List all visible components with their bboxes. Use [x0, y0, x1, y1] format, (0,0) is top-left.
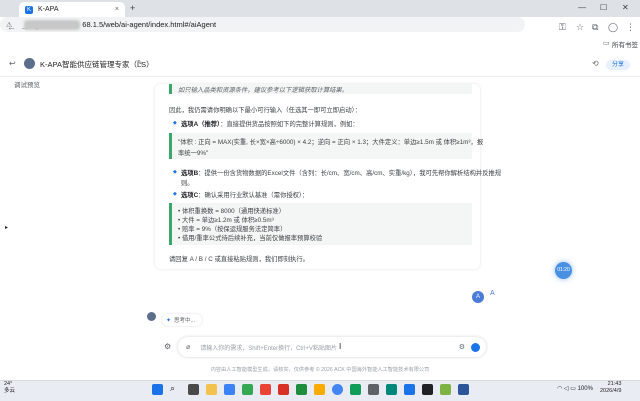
- option-c-quote: • 体积重换数 = 8000（通用快递标准） • 大件 = 单边≥1.2m 或 …: [169, 203, 472, 245]
- app-icon-1[interactable]: [224, 384, 235, 395]
- closing-text: 请回复 A / B / C 或直接粘贴规则，我们即刻执行。: [169, 256, 309, 263]
- back-arrow-icon[interactable]: ↩: [9, 59, 16, 68]
- option-b-title: 选项B: [181, 170, 199, 177]
- app-icon-12[interactable]: [440, 384, 451, 395]
- clock-time: 21:43: [607, 381, 622, 387]
- bullet-icon: ◆: [173, 169, 177, 175]
- option-c-title: 选项C: [181, 192, 199, 199]
- top-quote-text: 如只输入品类和资源条件，建议参考以下逻辑获取计算结果。: [178, 87, 349, 94]
- edit-icon[interactable]: ✎: [137, 59, 143, 67]
- option-a-quote-line-1: "体积 : 正向 = MAX(实重, 长×宽×高÷6000) × 4.2；逆向 …: [178, 139, 484, 146]
- thinking-indicator: ✦ 思考中...: [162, 314, 202, 326]
- send-icon[interactable]: [471, 342, 480, 352]
- attach-icon[interactable]: ⌀: [186, 343, 190, 351]
- task-view-icon[interactable]: [188, 384, 199, 395]
- app-icon-6[interactable]: [314, 384, 325, 395]
- blurred-host: [24, 19, 81, 30]
- extensions-icon[interactable]: ⧉: [592, 22, 598, 33]
- app-icon-4[interactable]: [278, 384, 289, 395]
- chat-input[interactable]: ⌀ 请输入你的需求，Shift+Enter换行，Ctrl+V粘贴图片 ⚙: [178, 337, 486, 357]
- option-a-text: ：直接提供货品按照如下的完整计算规则，例如：: [220, 121, 359, 128]
- option-c-item: • 借用/重率公式待后续补充，当前仅做报率预算校验: [178, 235, 323, 242]
- settings-icon[interactable]: ⚙: [164, 342, 171, 351]
- weather-temp: 24°: [4, 381, 13, 387]
- option-a-quote-line-2: 率统一9%": [178, 150, 209, 157]
- app-icon-11[interactable]: [422, 384, 433, 395]
- start-icon[interactable]: [152, 384, 163, 395]
- close-window-icon[interactable]: ✕: [622, 3, 629, 12]
- search-icon[interactable]: ⌕: [170, 383, 175, 394]
- clock-date: 2026/4/9: [600, 388, 622, 394]
- app-icon-7[interactable]: [350, 384, 361, 395]
- app-icon-10[interactable]: [404, 384, 415, 395]
- tab-title: K-APA: [38, 6, 59, 13]
- menu-icon[interactable]: ⋮: [626, 22, 635, 33]
- app-icon-5[interactable]: [296, 384, 307, 395]
- bot-avatar: [147, 312, 156, 321]
- option-c-item: • 体积重换数 = 8000（通用快递标准）: [178, 208, 285, 215]
- assistant-message-card: 如只输入品类和资源条件，建议参考以下逻辑获取计算结果。 因此，我仍需请你明确以下…: [155, 84, 501, 269]
- debug-preview-label: 调试预览: [14, 82, 40, 89]
- url-text: 68.1.5/web/ai-agent/index.html#/aiAgent: [82, 20, 217, 29]
- option-b-text: ：提供一份含货物数据的Excel文件（含列：长/cm、宽/cm、高/cm、实重/…: [198, 170, 502, 177]
- chrome-icon[interactable]: [332, 384, 343, 395]
- scroll-to-bottom-button[interactable]: 01:20: [555, 262, 572, 279]
- profile-icon[interactable]: ◯: [608, 22, 618, 33]
- option-c-text: ：确认采用行业默认基准（需你授权）：: [198, 192, 309, 199]
- history-icon[interactable]: ⟲: [592, 59, 599, 68]
- weather-widget[interactable]: 24° 多云: [4, 381, 15, 395]
- tab-close-icon[interactable]: ×: [115, 6, 119, 13]
- battery-icon: ▭: [570, 386, 576, 392]
- collapse-sidebar-icon[interactable]: ▸: [5, 224, 8, 231]
- sparkle-icon: ✦: [166, 317, 172, 324]
- weather-desc: 多云: [4, 388, 16, 394]
- option-c-item: • 大件 = 单边≥1.2m 或 体积≥0.5m³: [178, 217, 274, 224]
- maximize-icon[interactable]: ☐: [600, 3, 607, 12]
- user-message-bubble: A: [472, 291, 484, 303]
- battery-percent: 100%: [577, 386, 593, 392]
- star-icon[interactable]: ☆: [576, 22, 584, 33]
- back-icon[interactable]: ←: [7, 22, 16, 32]
- agent-avatar: [24, 58, 35, 69]
- disclaimer-footer: 内容由人工智能模型生成，请核实，仅供参考 © 2026 ACK 中国海外智能人工…: [210, 367, 430, 373]
- app-icon-9[interactable]: [386, 384, 397, 395]
- folder-icon: ▭: [603, 40, 610, 47]
- address-bar[interactable]: ⚠ 68.1.5/web/ai-agent/index.html#/aiAgen…: [0, 17, 525, 32]
- option-a-quote: "体积 : 正向 = MAX(实重, 长×宽×高÷6000) × 4.2；逆向 …: [169, 133, 483, 159]
- thinking-label: 思考中...: [174, 318, 196, 324]
- user-avatar: A: [490, 290, 495, 297]
- tools-icon[interactable]: ⚙: [459, 343, 465, 351]
- clock[interactable]: 21:43 2026/4/9: [600, 381, 621, 395]
- browser-toolbar: ← → ↻ ⚠ 68.1.5/web/ai-agent/index.html#/…: [0, 17, 640, 39]
- top-quote-block: 如只输入品类和资源条件，建议参考以下逻辑获取计算结果。: [169, 84, 472, 94]
- app-icon-8[interactable]: [368, 384, 379, 395]
- text-cursor-icon: I: [339, 342, 342, 351]
- key-icon[interactable]: ⚿: [559, 22, 566, 33]
- new-tab-button[interactable]: +: [130, 3, 135, 13]
- share-button[interactable]: 分享: [606, 60, 630, 70]
- minimize-icon[interactable]: —: [578, 3, 586, 12]
- system-tray[interactable]: ◠ ◁ ▭ 100%: [557, 385, 593, 392]
- option-c-item: • 赔率 = 9%（按保运规服务法定简率）: [178, 226, 287, 233]
- app-icon-3[interactable]: [260, 384, 271, 395]
- file-explorer-icon[interactable]: [206, 384, 217, 395]
- intro-text: 因此，我仍需请你明确以下最小可行输入（任选其一即可立即启动）：: [169, 107, 362, 114]
- bullet-icon: ◆: [173, 120, 177, 126]
- bookmark-bar: [0, 38, 640, 50]
- chat-input-placeholder: 请输入你的需求，Shift+Enter换行，Ctrl+V粘贴图片: [200, 345, 337, 352]
- browser-tab[interactable]: K K-APA ×: [19, 2, 125, 17]
- all-bookmarks-link[interactable]: 所有书签: [612, 39, 638, 49]
- app-icon-13[interactable]: [458, 384, 469, 395]
- option-b-text-2: 则。: [181, 180, 194, 187]
- wifi-icon: ◠: [557, 386, 563, 392]
- app-icon-2[interactable]: [242, 384, 253, 395]
- bullet-icon: ◆: [173, 191, 177, 197]
- kapa-favicon-icon: K: [25, 5, 33, 14]
- option-a-title: 选项A（推荐）: [181, 121, 221, 128]
- volume-icon: ◁: [563, 386, 569, 392]
